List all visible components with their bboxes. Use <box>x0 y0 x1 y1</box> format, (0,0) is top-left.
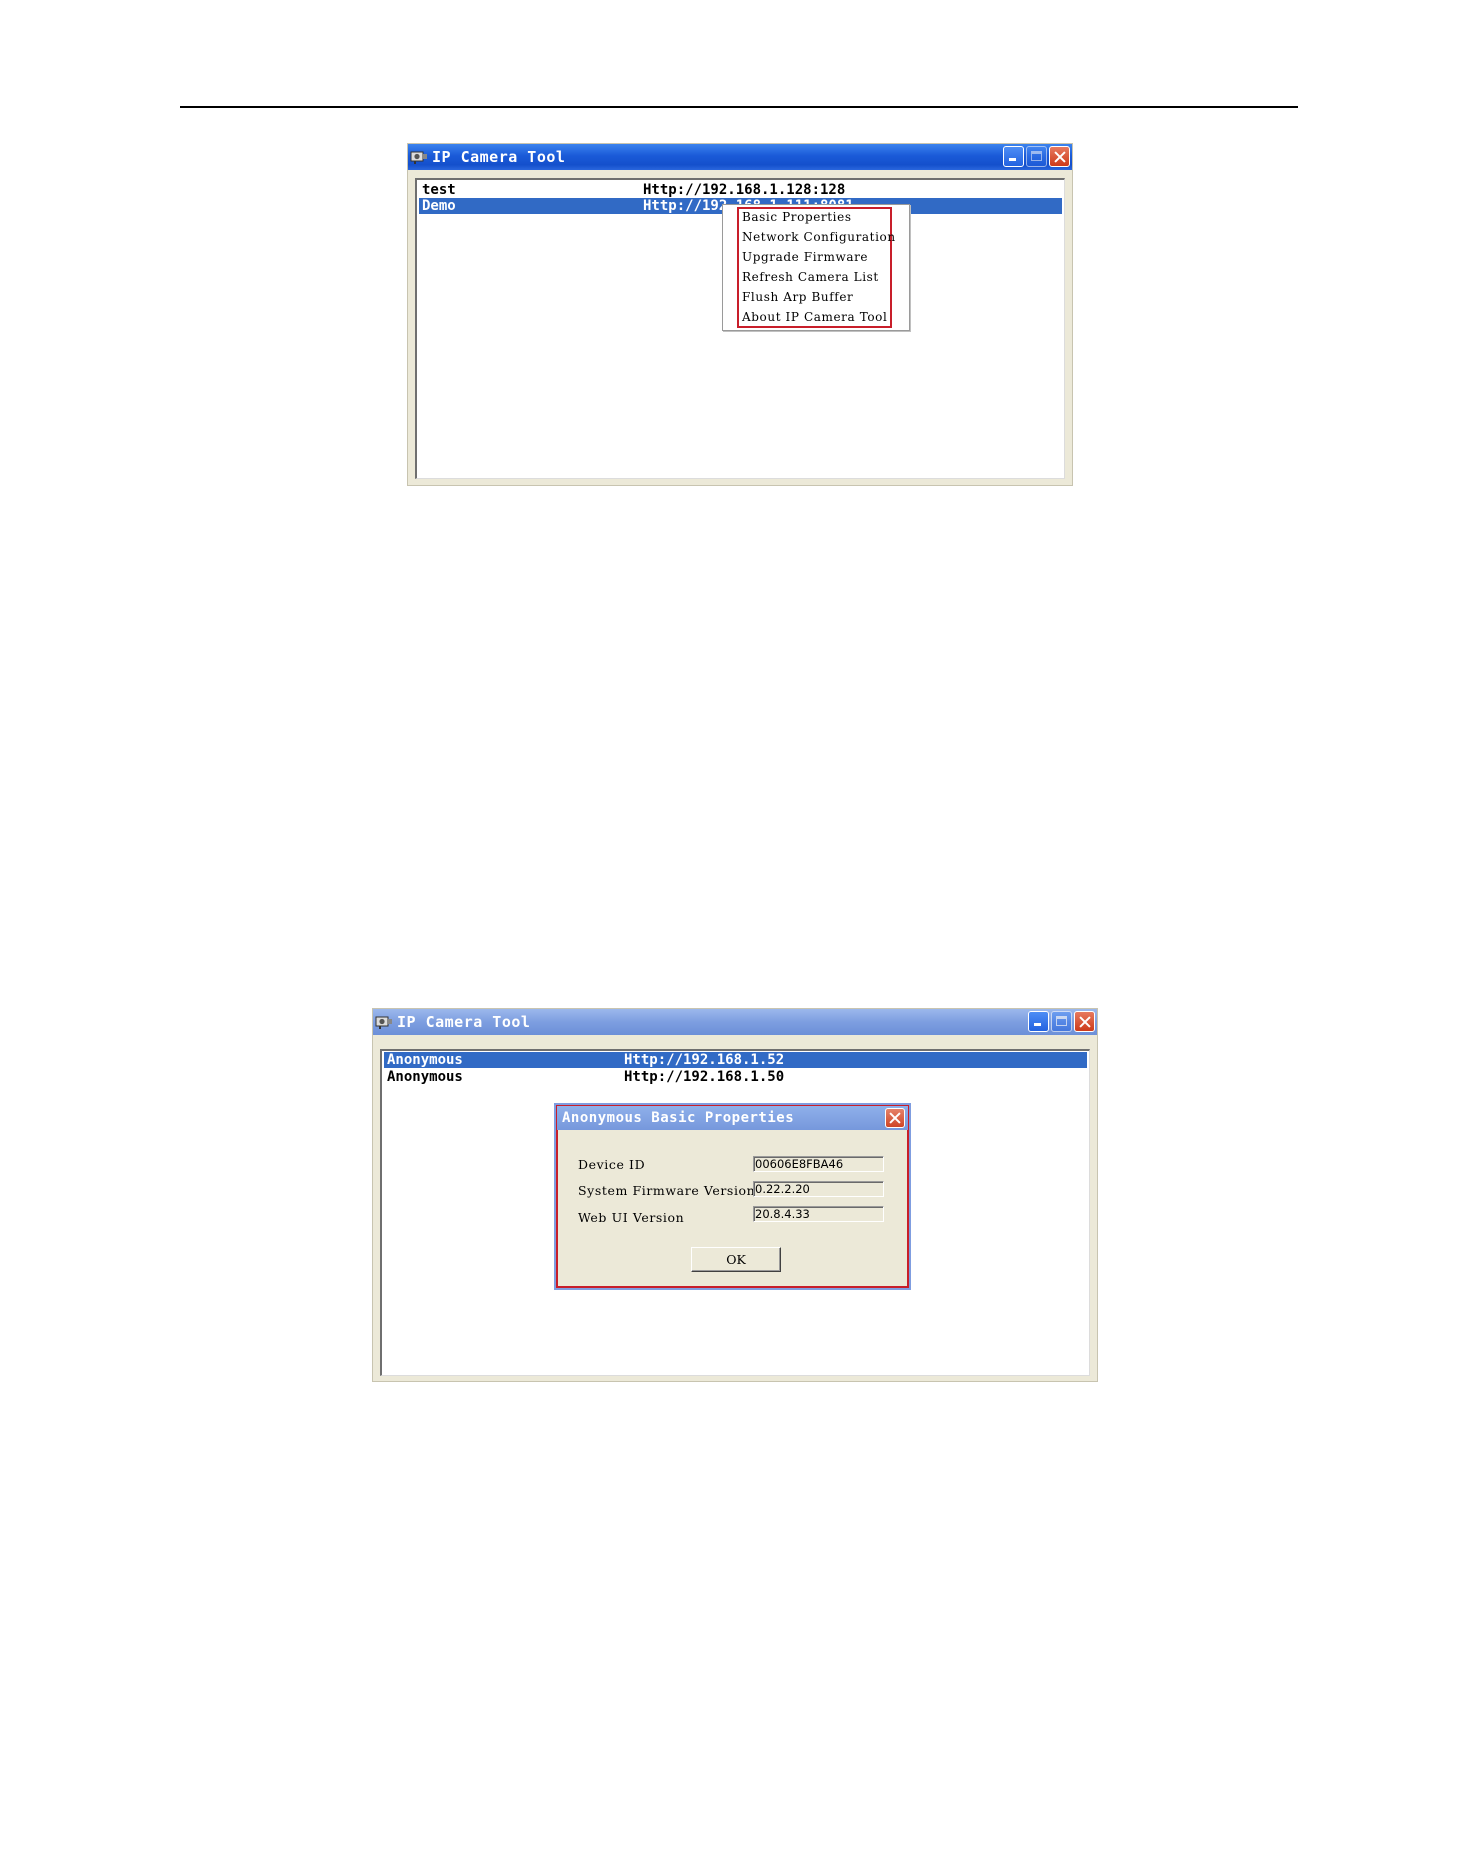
camera-url: Http://192.168.1.128:128 <box>643 182 846 198</box>
close-icon[interactable] <box>1049 146 1070 167</box>
camera-name: test <box>422 182 456 198</box>
firmware-version-label: System Firmware Version <box>578 1183 756 1198</box>
camera-url: Http://192.168.1.50 <box>624 1069 785 1085</box>
dialog-title: Anonymous Basic Properties <box>562 1110 795 1126</box>
minimize-icon[interactable] <box>1028 1011 1049 1032</box>
ip-camera-tool-window-2: IP Camera Tool Anonymous Http://192.168.… <box>373 1009 1097 1381</box>
basic-properties-dialog: Anonymous Basic Properties Device ID 006… <box>554 1103 911 1290</box>
maximize-icon[interactable] <box>1051 1011 1072 1032</box>
camera-name: Anonymous <box>387 1052 463 1068</box>
camera-row[interactable]: Anonymous Http://192.168.1.50 <box>384 1069 1087 1085</box>
header-rule <box>180 106 1298 108</box>
ip-camera-tool-window: IP Camera Tool test Http://192.168.1.128… <box>408 144 1072 485</box>
menu-item-refresh-camera-list[interactable]: Refresh Camera List <box>742 270 879 284</box>
camera-row-selected[interactable]: Anonymous Http://192.168.1.52 <box>384 1052 1087 1068</box>
title-bar[interactable]: IP Camera Tool <box>373 1009 1097 1035</box>
menu-item-flush-arp-buffer[interactable]: Flush Arp Buffer <box>742 290 853 304</box>
camera-row[interactable]: test Http://192.168.1.128:128 <box>419 182 1062 198</box>
camera-name: Demo <box>422 198 456 214</box>
camera-name: Anonymous <box>387 1069 463 1085</box>
close-icon[interactable] <box>1074 1011 1095 1032</box>
menu-item-upgrade-firmware[interactable]: Upgrade Firmware <box>742 250 868 264</box>
menu-item-basic-properties[interactable]: Basic Properties <box>742 210 852 224</box>
device-id-field[interactable]: 00606E8FBA46 <box>753 1156 884 1172</box>
maximize-icon[interactable] <box>1026 146 1047 167</box>
menu-item-network-configuration[interactable]: Network Configuration <box>742 230 896 244</box>
web-ui-version-label: Web UI Version <box>578 1210 685 1225</box>
window-title: IP Camera Tool <box>432 148 566 166</box>
minimize-icon[interactable] <box>1003 146 1024 167</box>
web-ui-version-field[interactable]: 20.8.4.33 <box>753 1206 884 1222</box>
camera-app-icon <box>375 1014 393 1030</box>
camera-app-icon <box>410 149 428 165</box>
camera-url: Http://192.168.1.52 <box>624 1052 785 1068</box>
dialog-title-bar[interactable]: Anonymous Basic Properties <box>557 1106 908 1130</box>
window-title: IP Camera Tool <box>397 1013 531 1031</box>
menu-item-about-ip-camera-tool[interactable]: About IP Camera Tool <box>742 310 887 324</box>
title-bar[interactable]: IP Camera Tool <box>408 144 1072 170</box>
firmware-version-field[interactable]: 0.22.2.20 <box>753 1181 884 1197</box>
ok-button[interactable]: OK <box>691 1247 781 1272</box>
context-menu: Basic Properties Network Configuration U… <box>722 204 910 331</box>
device-id-label: Device ID <box>578 1157 646 1172</box>
dialog-close-icon[interactable] <box>885 1108 905 1128</box>
